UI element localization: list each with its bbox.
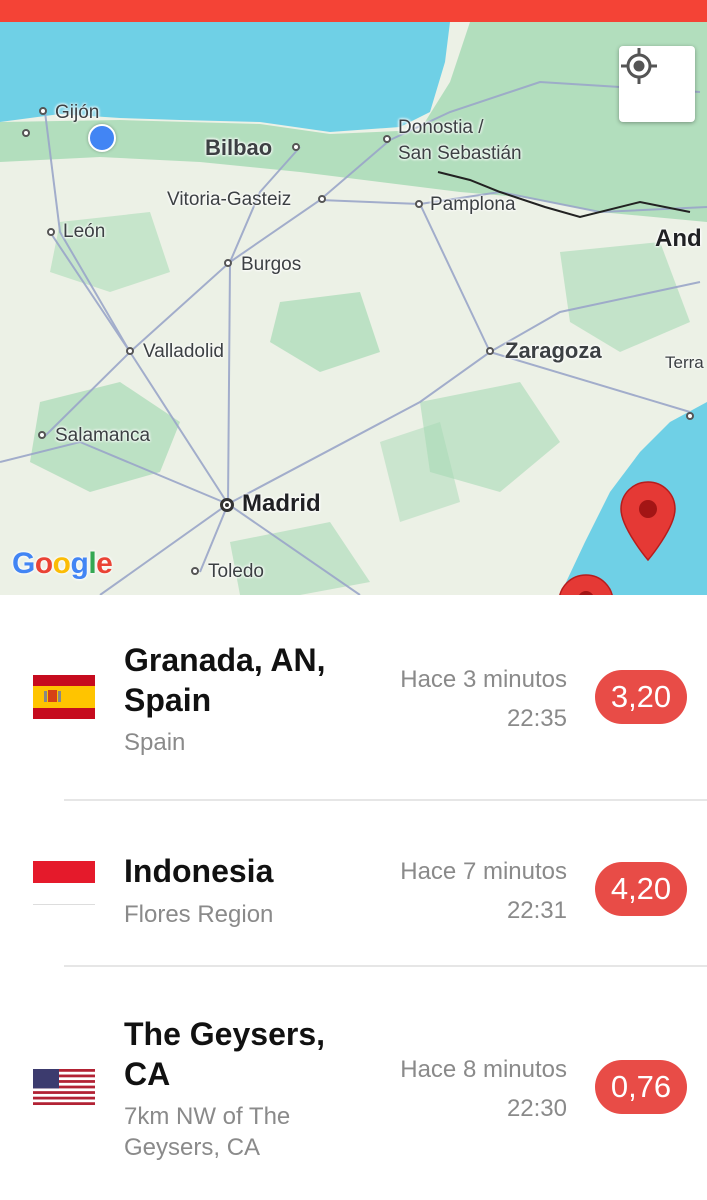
earthquake-marker-pin-icon[interactable]	[556, 573, 616, 595]
google-logo: Google	[12, 547, 113, 580]
earthquake-marker-pin-icon[interactable]	[618, 480, 678, 562]
earthquake-list: Granada, AN, Spain Spain Hace 3 minutos …	[0, 595, 707, 1200]
quake-time: 22:31	[506, 897, 567, 924]
quake-time: 22:35	[506, 705, 567, 732]
city-dot	[686, 412, 694, 420]
map-label-terra: Terra	[665, 353, 704, 372]
my-location-button[interactable]	[619, 46, 695, 122]
magnitude-badge: 3,20	[595, 670, 687, 724]
quake-time-ago: Hace 3 minutos	[400, 666, 567, 693]
quake-time: 22:30	[506, 1095, 567, 1122]
list-item[interactable]: Granada, AN, Spain Spain Hace 3 minutos …	[0, 595, 707, 801]
quake-title: Indonesia	[124, 853, 274, 889]
indonesia-flag-icon	[33, 861, 95, 905]
city-dot	[22, 129, 30, 137]
city-dot	[126, 347, 134, 355]
map-label-donostia: Donostia /	[398, 117, 484, 138]
city-dot	[224, 259, 232, 267]
map-label-burgos: Burgos	[241, 254, 302, 275]
list-item[interactable]: The Geysers, CA 7km NW of The Geysers, C…	[0, 967, 707, 1200]
quake-region: Spain	[124, 729, 186, 756]
city-dot	[191, 567, 199, 575]
map-label-bilbao: Bilbao	[205, 135, 273, 160]
quake-time-ago: Hace 7 minutos	[400, 858, 567, 885]
map-label-gijon: Gijón	[55, 102, 100, 123]
quake-title: The Geysers, CA	[124, 1016, 325, 1092]
map-label-pamplona: Pamplona	[430, 194, 516, 215]
city-dot	[318, 195, 326, 203]
map-label-vitoria: Vitoria-Gasteiz	[167, 189, 292, 210]
city-dot	[292, 143, 300, 151]
current-location-dot	[88, 124, 116, 152]
city-dot	[486, 347, 494, 355]
map-label-salamanca: Salamanca	[55, 425, 151, 446]
usa-flag-icon	[33, 1069, 95, 1106]
city-dot	[415, 200, 423, 208]
map-label-madrid: Madrid	[242, 490, 321, 517]
map-label-zaragoza: Zaragoza	[505, 338, 602, 363]
map-label-toledo: Toledo	[208, 561, 264, 582]
quake-region: 7km NW of The Geysers, CA	[124, 1103, 291, 1161]
my-location-icon	[621, 48, 657, 84]
status-bar	[0, 0, 707, 22]
map-view[interactable]: Gijón Bilbao Donostia / San Sebastián Vi…	[0, 22, 707, 595]
capital-dot	[220, 498, 234, 512]
city-dot	[39, 107, 47, 115]
spain-flag-icon	[33, 675, 95, 719]
city-dot	[383, 135, 391, 143]
magnitude-badge: 4,20	[595, 862, 687, 916]
map-base	[0, 22, 707, 595]
city-dot	[47, 228, 55, 236]
magnitude-badge: 0,76	[595, 1060, 687, 1114]
quake-title: Granada, AN, Spain	[124, 642, 326, 718]
map-label-leon: León	[63, 221, 106, 242]
map-label-andorra: And	[655, 225, 702, 252]
map-label-valladolid: Valladolid	[143, 341, 224, 362]
quake-region: Flores Region	[124, 901, 274, 928]
quake-time-ago: Hace 8 minutos	[400, 1056, 567, 1083]
list-item[interactable]: Indonesia Flores Region Hace 7 minutos 2…	[0, 801, 707, 967]
map-label-san-sebastian: San Sebastián	[398, 143, 522, 164]
city-dot	[38, 431, 46, 439]
